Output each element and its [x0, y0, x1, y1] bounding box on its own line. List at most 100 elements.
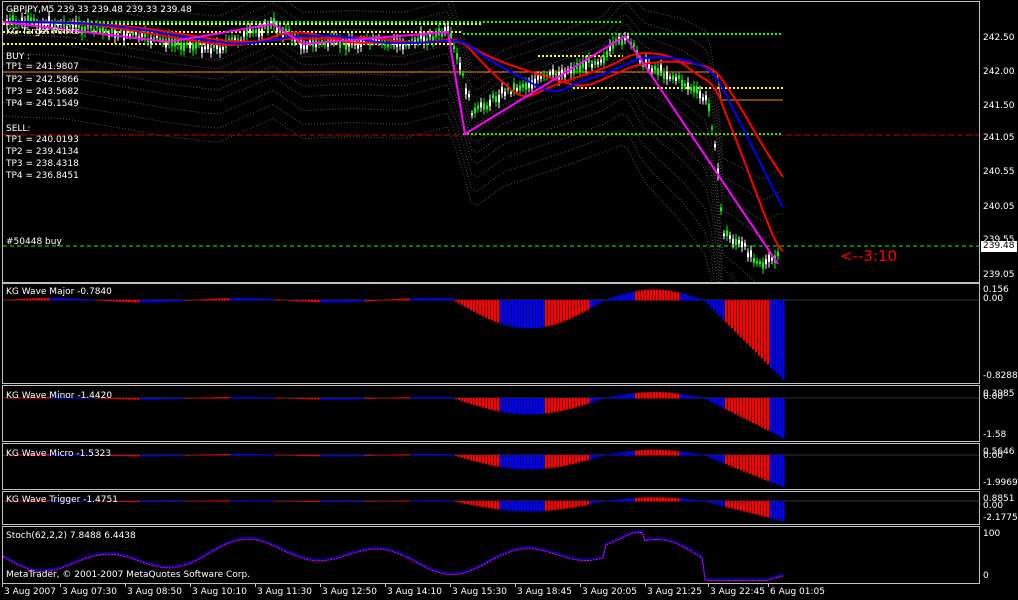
histogram-bar [467, 300, 470, 309]
histogram-bar [575, 398, 578, 408]
kg-wave-minor-plot[interactable] [2, 385, 980, 442]
histogram-bar [398, 454, 401, 456]
kg-wave-trigger-plot[interactable] [2, 491, 980, 525]
kg-wave-micro-plot[interactable] [2, 443, 980, 490]
histogram-bar [722, 501, 725, 507]
main-chart-plot[interactable] [2, 1, 980, 283]
histogram-bar [200, 299, 203, 301]
histogram-bar [710, 501, 713, 504]
histogram-bar [434, 396, 437, 399]
candle-body [747, 252, 749, 258]
histogram-bar [539, 398, 542, 415]
kg-wave-minor-pane[interactable]: KG Wave Minor -1.4420 0.3985 0.00 -1.58 [0, 385, 1018, 442]
candle-body [735, 239, 737, 246]
candle-body [771, 257, 773, 261]
histogram-bar [599, 455, 602, 457]
histogram-bar [476, 455, 479, 462]
histogram-bar [596, 455, 599, 458]
histogram-bar [359, 455, 362, 457]
histogram-bar [404, 454, 407, 456]
histogram-bar [368, 501, 371, 502]
histogram-bar [701, 454, 704, 456]
histogram-bar [80, 298, 83, 301]
histogram-bar [425, 396, 428, 399]
histogram-bar [401, 454, 404, 456]
histogram-bar [272, 500, 275, 502]
histogram-bar [608, 454, 611, 456]
candle-body [759, 261, 761, 265]
histogram-bar [143, 455, 146, 457]
histogram-bar [356, 455, 359, 457]
histogram-bar [731, 501, 734, 509]
histogram-bar [275, 397, 278, 399]
histogram-bar [377, 300, 380, 301]
price-tick: 241.05 [983, 133, 1015, 143]
histogram-bar [566, 398, 569, 410]
histogram-bar [401, 298, 404, 301]
histogram-bar [563, 501, 566, 509]
histogram-bar [749, 300, 752, 347]
time-tick-mark [708, 583, 709, 587]
histogram-bar [341, 300, 344, 303]
histogram-bar [323, 455, 326, 457]
histogram-bar [620, 394, 623, 399]
histogram-bar [179, 455, 182, 456]
stochastic-pane[interactable]: Stoch(62,2,2) 7.8488 6.4438 MetaTrader, … [0, 526, 1018, 584]
histogram-bar [110, 300, 113, 302]
histogram-bar [563, 300, 566, 322]
histogram-bar [566, 300, 569, 321]
histogram-bar [260, 397, 263, 399]
order-label[interactable]: #50448 buy [6, 237, 62, 248]
histogram-bar [629, 498, 632, 502]
histogram-bar [152, 398, 155, 400]
histogram-bar [551, 501, 554, 511]
histogram-bar [17, 299, 20, 301]
histogram-bar [32, 298, 35, 301]
histogram-bar [728, 300, 731, 326]
histogram-bar [479, 501, 482, 507]
histogram-bar [320, 455, 323, 457]
time-axis[interactable]: 3 Aug 2007 3 Aug 07:30 3 Aug 08:50 3 Aug… [0, 583, 1018, 600]
histogram-bar [263, 397, 266, 399]
histogram-bar [680, 498, 683, 502]
histogram-bar [746, 300, 749, 344]
kg-wave-major-pane[interactable]: KG Wave Major -0.7840 0.156 0.00 -0.8288 [0, 283, 1018, 384]
time-label: 3 Aug 2007 [4, 587, 56, 597]
histogram-bar [278, 397, 281, 399]
histogram-bar [743, 501, 746, 512]
histogram-bar [638, 290, 641, 301]
histogram-bar [260, 500, 263, 502]
kg-wave-micro-pane[interactable]: KG Wave Micro -1.5323 0.5646 0.00 -1.996… [0, 443, 1018, 490]
candle-body [525, 82, 527, 90]
histogram-bar [392, 454, 395, 456]
histogram-bar [467, 501, 470, 505]
histogram-bar [119, 398, 122, 400]
kg-wave-trigger-pane[interactable]: KG Wave Trigger -1.4751 0.8851 0.00 -2.1… [0, 491, 1018, 525]
histogram-bar [704, 300, 707, 302]
histogram-bar [326, 455, 329, 457]
histogram-bar [758, 501, 761, 516]
histogram-bar [572, 300, 575, 318]
main-chart-pane[interactable]: GBPJPY,M5 239.33 239.48 239.33 239.48 KG… [0, 0, 1018, 283]
histogram-bar [731, 455, 734, 467]
histogram-bar [5, 299, 8, 301]
histogram-bar [299, 300, 302, 302]
histogram-bar [560, 501, 563, 510]
candle-body [579, 64, 581, 72]
candle-body [516, 87, 518, 92]
histogram-bar [164, 300, 167, 303]
histogram-bar [722, 300, 725, 320]
histogram-bar [236, 500, 239, 502]
histogram-bar [545, 300, 548, 327]
histogram-bar [50, 297, 53, 301]
histogram-bar [197, 454, 200, 456]
histogram-bar [773, 398, 776, 434]
histogram-bar [341, 455, 344, 457]
time-label: 3 Aug 22:45 [710, 587, 765, 597]
histogram-bar [479, 398, 482, 407]
histogram-bar [503, 300, 506, 325]
price-axis[interactable]: 242.50 242.00 241.50 241.05 240.55 240.0… [979, 0, 1018, 282]
histogram-bar [392, 299, 395, 301]
kg-wave-major-plot[interactable] [2, 283, 980, 384]
histogram-bar [758, 455, 761, 478]
